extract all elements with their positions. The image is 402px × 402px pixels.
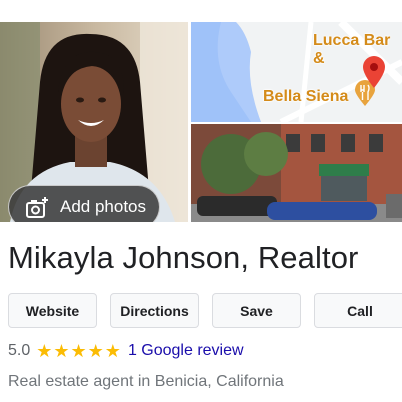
street-photo-image — [191, 124, 402, 222]
map-poi-label: Lucca Bar & — [313, 32, 391, 67]
map-poi-label: Bella Siena — [263, 88, 349, 105]
add-photos-button[interactable]: Add photos — [8, 185, 160, 222]
save-button[interactable]: Save — [212, 293, 301, 328]
website-button[interactable]: Website — [8, 293, 97, 328]
rating-row: 5.0 ★★★★★ 1 Google review — [8, 340, 244, 362]
map-pin-icon — [363, 56, 385, 88]
business-name: Mikayla Johnson, Realtor — [8, 240, 359, 275]
add-photo-camera-icon — [25, 196, 49, 220]
call-button[interactable]: Call — [314, 293, 402, 328]
review-count-link[interactable]: 1 Google review — [128, 342, 244, 360]
directions-button[interactable]: Directions — [110, 293, 199, 328]
map-thumbnail[interactable]: Lucca Bar & Bella Siena — [191, 22, 402, 122]
profile-photo[interactable]: Add photos — [0, 22, 188, 222]
add-photos-label: Add photos — [60, 197, 147, 216]
rating-value: 5.0 — [8, 342, 31, 359]
business-category: Real estate agent in Benicia, California — [8, 373, 284, 390]
star-rating-icon: ★★★★★ — [36, 340, 122, 361]
street-photo[interactable] — [191, 124, 402, 222]
